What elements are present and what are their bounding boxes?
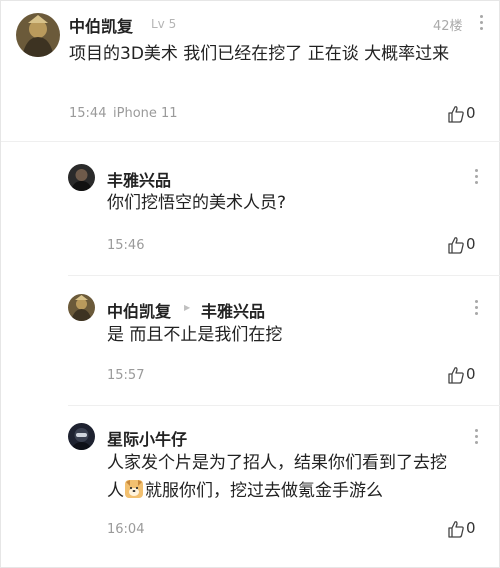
comment-time: 15:44: [69, 106, 107, 121]
more-vertical-icon[interactable]: [475, 429, 479, 445]
floor-number: 42楼: [433, 19, 463, 34]
dog-face-emoji-icon: [125, 480, 143, 498]
reply-time: 15:57: [107, 368, 145, 383]
thumbs-up-icon[interactable]: [448, 366, 464, 384]
reply-text-line: 人家发个片是为了招人，结果你们看到了去挖: [107, 453, 447, 473]
comment-text: 项目的3D美术 我们已经在挖了 正在谈 大概率过来: [69, 44, 450, 64]
more-vertical-icon[interactable]: [480, 15, 484, 31]
thumbs-up-icon[interactable]: [448, 520, 464, 538]
device-label: iPhone 11: [113, 106, 178, 121]
like-count: 0: [466, 235, 476, 253]
triangle-right-icon: ▶: [184, 303, 191, 312]
username[interactable]: 丰雅兴品: [107, 167, 171, 191]
like-count: 0: [466, 104, 476, 122]
divider: [1, 141, 500, 142]
username[interactable]: 中伯凯复: [69, 13, 133, 37]
comment-thread: 中伯凯复 Lv 5 42楼 项目的3D美术 我们已经在挖了 正在谈 大概率过来 …: [0, 0, 500, 568]
avatar[interactable]: [68, 294, 95, 321]
reply-to-username[interactable]: 丰雅兴品: [201, 298, 265, 322]
thumbs-up-icon[interactable]: [448, 105, 464, 123]
username[interactable]: 中伯凯复: [107, 298, 171, 322]
avatar[interactable]: [16, 13, 60, 57]
like-count: 0: [466, 519, 476, 537]
username[interactable]: 星际小牛仔: [107, 426, 187, 450]
more-vertical-icon[interactable]: [475, 169, 479, 185]
reply-text: 是 而且不止是我们在挖: [107, 325, 283, 345]
thumbs-up-icon[interactable]: [448, 236, 464, 254]
reply-text: 人家发个片是为了招人，结果你们看到了去挖 人 就服你们，挖过去做氪金手游么: [107, 449, 477, 505]
reply-text: 你们挖悟空的美术人员?: [107, 193, 287, 213]
level-badge: Lv 5: [151, 17, 177, 31]
reply-text-segment: 就服你们，挖过去做氪金手游么: [145, 481, 383, 501]
divider: [68, 405, 500, 406]
reply-text-line: 人 就服你们，挖过去做氪金手游么: [107, 477, 477, 505]
more-vertical-icon[interactable]: [475, 300, 479, 316]
reply-time: 15:46: [107, 238, 145, 253]
avatar[interactable]: [68, 164, 95, 191]
reply-time: 16:04: [107, 522, 145, 537]
avatar[interactable]: [68, 423, 95, 450]
like-count: 0: [466, 365, 476, 383]
reply-text-segment: 人: [107, 481, 124, 501]
divider: [68, 275, 500, 276]
